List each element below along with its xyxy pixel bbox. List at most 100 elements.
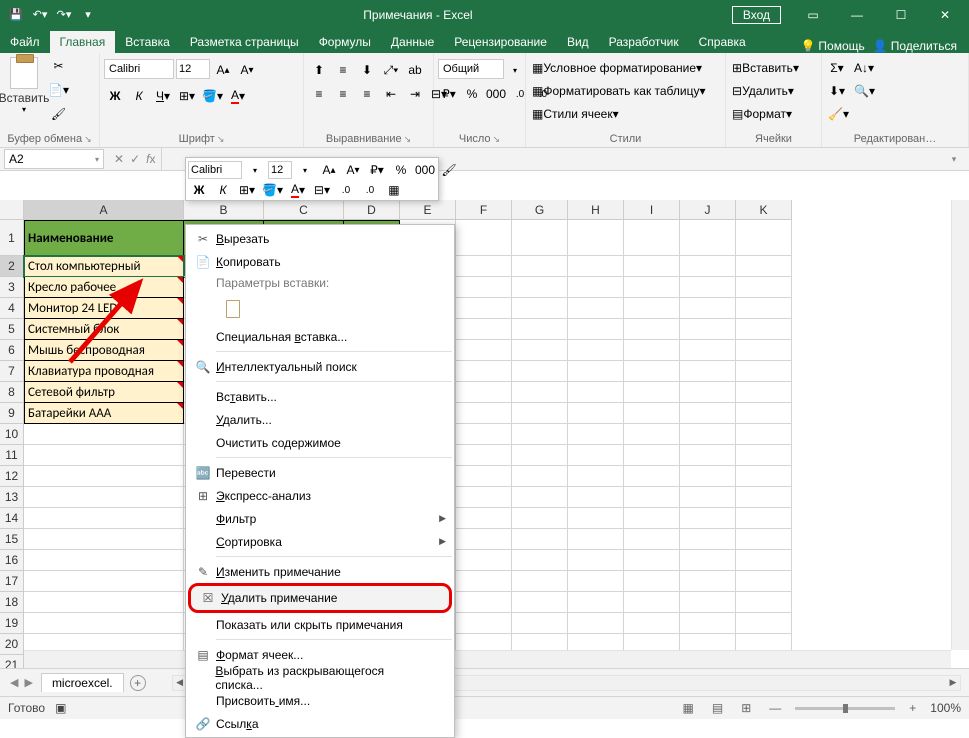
percent-icon[interactable]: % [461, 83, 483, 105]
menu-item[interactable]: 📄Копировать [186, 250, 454, 273]
cell-A16[interactable] [24, 550, 184, 571]
sort-filter-icon[interactable]: A↓▾ [852, 57, 876, 79]
sheet-next-icon[interactable]: ▶ [22, 676, 34, 689]
comma-icon[interactable]: 000 [484, 83, 508, 105]
cell-area[interactable]: Наименованиемма, уб.Стол компьютерный11 … [24, 220, 951, 650]
sheet-tab[interactable]: microexcel. [41, 673, 124, 692]
tab-home[interactable]: Главная [50, 31, 116, 53]
row-header-6[interactable]: 6 [0, 340, 24, 361]
font-expand-icon[interactable]: ↘ [217, 134, 225, 145]
cell-I13[interactable] [624, 487, 680, 508]
cell-G11[interactable] [512, 445, 568, 466]
cell-A17[interactable] [24, 571, 184, 592]
cell-F17[interactable] [456, 571, 512, 592]
format-painter-icon[interactable]: 🖌 [46, 103, 71, 125]
cell-A15[interactable] [24, 529, 184, 550]
cell-H16[interactable] [568, 550, 624, 571]
format-cells-button[interactable]: ▤ Формат▾ [730, 103, 817, 125]
cell-G9[interactable] [512, 403, 568, 424]
mini-bold-icon[interactable]: Ж [188, 179, 210, 201]
menu-item[interactable]: Удалить... [186, 408, 454, 431]
cell-I18[interactable] [624, 592, 680, 613]
tab-file[interactable]: Файл [0, 31, 50, 53]
cell-H6[interactable] [568, 340, 624, 361]
cell-K13[interactable] [736, 487, 792, 508]
align-right-icon[interactable]: ≡ [356, 83, 378, 105]
cell-H2[interactable] [568, 256, 624, 277]
cell-K12[interactable] [736, 466, 792, 487]
tab-page-layout[interactable]: Разметка страницы [180, 31, 309, 53]
cell-K19[interactable] [736, 613, 792, 634]
mini-increase-decimal-icon[interactable]: .0 [359, 179, 381, 201]
row-header-7[interactable]: 7 [0, 361, 24, 382]
row-header-18[interactable]: 18 [0, 592, 24, 613]
row-header-12[interactable]: 12 [0, 466, 24, 487]
cell-F2[interactable] [456, 256, 512, 277]
cell-A12[interactable] [24, 466, 184, 487]
row-header-15[interactable]: 15 [0, 529, 24, 550]
cell-I9[interactable] [624, 403, 680, 424]
cell-F4[interactable] [456, 298, 512, 319]
share-button[interactable]: 👤 Поделиться [873, 39, 957, 53]
cell-K10[interactable] [736, 424, 792, 445]
cell-F10[interactable] [456, 424, 512, 445]
cell-J9[interactable] [680, 403, 736, 424]
row-header-2[interactable]: 2 [0, 256, 24, 277]
cell-G16[interactable] [512, 550, 568, 571]
row-header-10[interactable]: 10 [0, 424, 24, 445]
column-header-I[interactable]: I [624, 200, 680, 220]
cell-A1[interactable]: Наименование [24, 220, 184, 256]
cell-G3[interactable] [512, 277, 568, 298]
font-name-select[interactable] [104, 59, 174, 79]
column-header-D[interactable]: D [344, 200, 400, 220]
mini-format-painter-icon[interactable]: 🖌 [438, 159, 460, 181]
cell-A3[interactable]: Кресло рабочее [24, 277, 184, 298]
align-center-icon[interactable]: ≡ [332, 83, 354, 105]
mini-italic-icon[interactable]: К [212, 179, 234, 201]
cell-K7[interactable] [736, 361, 792, 382]
mini-merge-icon[interactable]: ⊟▾ [311, 179, 333, 201]
mini-size-dropdown-icon[interactable]: ▾ [294, 159, 316, 181]
cell-F12[interactable] [456, 466, 512, 487]
cell-H10[interactable] [568, 424, 624, 445]
mini-percent-icon[interactable]: % [390, 159, 412, 181]
cell-F19[interactable] [456, 613, 512, 634]
cell-G17[interactable] [512, 571, 568, 592]
row-header-11[interactable]: 11 [0, 445, 24, 466]
cell-F5[interactable] [456, 319, 512, 340]
cell-J13[interactable] [680, 487, 736, 508]
cell-I16[interactable] [624, 550, 680, 571]
tab-developer[interactable]: Разработчик [599, 31, 689, 53]
menu-item[interactable]: ⊞Экспресс-анализ [186, 484, 454, 507]
cut-icon[interactable]: ✂ [46, 55, 71, 77]
clipboard-expand-icon[interactable]: ↘ [84, 134, 92, 145]
align-middle-icon[interactable]: ≡ [332, 59, 354, 81]
tab-help[interactable]: Справка [689, 31, 756, 53]
cell-F11[interactable] [456, 445, 512, 466]
zoom-out-button[interactable]: — [765, 701, 785, 715]
column-header-G[interactable]: G [512, 200, 568, 220]
menu-item[interactable]: 🔗Ссылка [186, 712, 454, 735]
row-header-8[interactable]: 8 [0, 382, 24, 403]
save-icon[interactable]: 💾 [6, 5, 26, 25]
cell-A8[interactable]: Сетевой фильтр [24, 382, 184, 403]
cell-G15[interactable] [512, 529, 568, 550]
cell-J18[interactable] [680, 592, 736, 613]
cell-I5[interactable] [624, 319, 680, 340]
align-expand-icon[interactable]: ↘ [404, 134, 412, 145]
cell-H1[interactable] [568, 220, 624, 256]
cell-I3[interactable] [624, 277, 680, 298]
number-format-select[interactable] [438, 59, 504, 79]
row-header-9[interactable]: 9 [0, 403, 24, 424]
cell-J7[interactable] [680, 361, 736, 382]
zoom-slider[interactable] [795, 707, 895, 710]
cell-J16[interactable] [680, 550, 736, 571]
cell-F14[interactable] [456, 508, 512, 529]
cell-K8[interactable] [736, 382, 792, 403]
cell-H8[interactable] [568, 382, 624, 403]
column-header-C[interactable]: C [264, 200, 344, 220]
cell-A19[interactable] [24, 613, 184, 634]
tell-me-button[interactable]: 💡 Помощь [800, 39, 864, 53]
cell-I8[interactable] [624, 382, 680, 403]
select-all-triangle[interactable] [0, 200, 24, 220]
